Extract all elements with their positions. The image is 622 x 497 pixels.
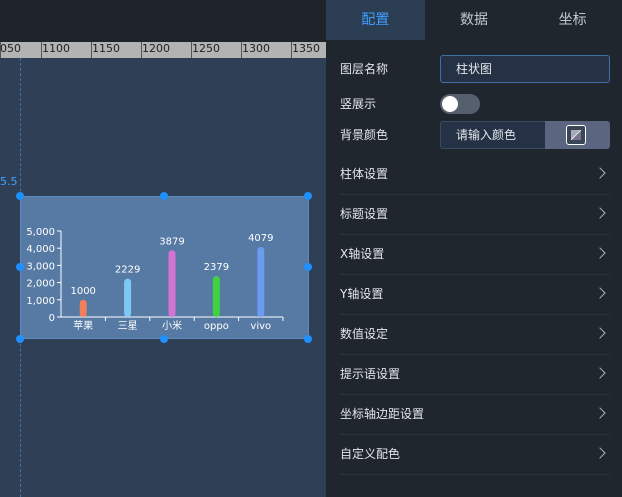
canvas-top-strip: [0, 0, 326, 42]
panel-tabs: 配置 数据 坐标: [326, 0, 622, 40]
section-x-axis-settings[interactable]: X轴设置: [340, 234, 610, 275]
tab-config[interactable]: 配置: [326, 0, 425, 40]
chevron-right-icon: [594, 287, 606, 299]
resize-handle-top-right[interactable]: [304, 192, 312, 200]
y-tick-label: 1,000: [26, 296, 55, 307]
toggle-knob: [442, 96, 458, 112]
bar: [124, 278, 132, 317]
y-tick-label: 4,000: [26, 244, 55, 255]
section-bar-settings[interactable]: 柱体设置: [340, 154, 610, 195]
section-title-settings[interactable]: 标题设置: [340, 194, 610, 235]
section-custom-colors[interactable]: 自定义配色: [340, 434, 610, 475]
resize-handle-top-left[interactable]: [16, 192, 24, 200]
ruler-label: 1200: [142, 42, 170, 55]
resize-handle-left[interactable]: [16, 263, 24, 271]
chevron-right-icon: [594, 407, 606, 419]
design-canvas-area: 050 1100 1150 1200 1250 1300 1350 5.5 5,…: [0, 0, 326, 497]
color-picker-button[interactable]: [545, 121, 610, 149]
ruler-label: 1100: [42, 42, 70, 55]
bar-chart-widget[interactable]: 5,000 4,000 3,000 2,000 1,000 0 1000 苹果 2229 三星 38…: [20, 196, 309, 339]
ruler-label: 1150: [92, 42, 120, 55]
data-label: 3879: [159, 236, 184, 247]
data-label: 1000: [70, 286, 95, 297]
horizontal-ruler: 050 1100 1150 1200 1250 1300 1350: [0, 42, 326, 59]
resize-handle-bottom-right[interactable]: [304, 335, 312, 343]
ruler-label: 1250: [192, 42, 220, 55]
vertical-display-row: 竖展示: [340, 90, 610, 118]
bar: [79, 299, 87, 317]
resize-handle-top[interactable]: [160, 192, 168, 200]
chevron-right-icon: [594, 327, 606, 339]
y-tick-label: 3,000: [26, 261, 55, 272]
layer-name-input[interactable]: 柱状图: [440, 55, 610, 83]
chevron-right-icon: [594, 207, 606, 219]
layer-name-label: 图层名称: [340, 62, 389, 76]
bar-chart-svg: 5,000 4,000 3,000 2,000 1,000 0 1000 苹果 2229 三星 38…: [26, 227, 284, 332]
vertical-display-toggle[interactable]: [440, 94, 480, 114]
x-tick-label: 三星: [118, 320, 138, 332]
y-tick-label: 5,000: [26, 227, 55, 238]
data-label: 4079: [248, 233, 273, 244]
bar: [257, 246, 265, 317]
section-tooltip-settings[interactable]: 提示语设置: [340, 354, 610, 395]
background-color-input[interactable]: 请输入颜色: [440, 121, 545, 149]
layer-name-row: 图层名称 柱状图: [340, 55, 610, 83]
chevron-right-icon: [594, 167, 606, 179]
chevron-right-icon: [594, 247, 606, 259]
resize-handle-bottom-left[interactable]: [16, 335, 24, 343]
bar: [212, 276, 220, 317]
data-label: 2229: [115, 265, 140, 276]
x-tick-label: 苹果: [73, 319, 93, 332]
background-color-label: 背景颜色: [340, 128, 389, 142]
property-panel: 配置 数据 坐标 图层名称 柱状图 竖展示 背景颜色 请输入颜色 柱体设置 标题…: [326, 0, 622, 497]
resize-handle-bottom[interactable]: [160, 335, 168, 343]
ruler-label: 050: [0, 42, 21, 55]
chevron-right-icon: [594, 447, 606, 459]
ruler-label: 1300: [242, 42, 270, 55]
guide-position-label: 5.5: [0, 175, 18, 188]
section-label: 数值设定: [340, 327, 389, 341]
y-tick-label: 2,000: [26, 279, 55, 290]
x-tick-label: vivo: [250, 321, 271, 332]
chevron-right-icon: [594, 367, 606, 379]
color-swatch-icon: [566, 125, 586, 145]
section-label: X轴设置: [340, 247, 385, 261]
section-label: 坐标轴边距设置: [340, 407, 425, 421]
section-value-settings[interactable]: 数值设定: [340, 314, 610, 355]
tab-coordinates[interactable]: 坐标: [523, 0, 622, 40]
section-label: 提示语设置: [340, 367, 401, 381]
y-tick-label: 0: [49, 313, 55, 324]
vertical-display-label: 竖展示: [340, 97, 377, 111]
data-label: 2379: [204, 262, 229, 273]
background-color-row: 背景颜色 请输入颜色: [340, 121, 610, 149]
section-y-axis-settings[interactable]: Y轴设置: [340, 274, 610, 315]
ruler-label: 1350: [292, 42, 320, 55]
section-label: 自定义配色: [340, 447, 401, 461]
tab-data[interactable]: 数据: [425, 0, 524, 40]
resize-handle-right[interactable]: [304, 263, 312, 271]
section-label: 标题设置: [340, 207, 389, 221]
bar: [168, 250, 176, 317]
x-tick-label: 小米: [162, 319, 182, 332]
section-label: Y轴设置: [340, 287, 384, 301]
section-axis-margin-settings[interactable]: 坐标轴边距设置: [340, 394, 610, 435]
section-label: 柱体设置: [340, 167, 389, 181]
x-tick-label: oppo: [204, 321, 229, 332]
